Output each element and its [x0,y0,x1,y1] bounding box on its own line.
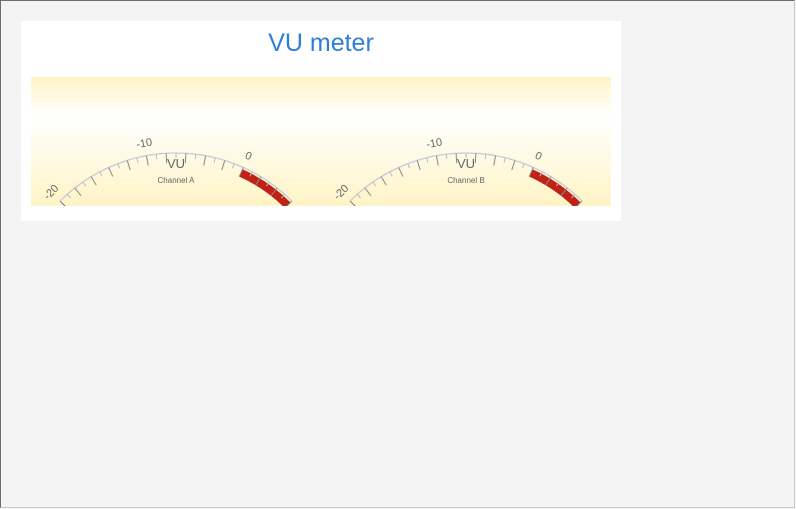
minor-tick [155,154,158,160]
panel-background [31,77,611,206]
gauge-unit-label: VU [167,156,185,171]
minor-tick [484,154,487,160]
vu-meter-panel: -20-100VUChannel A-20-100VUChannel B [31,77,611,206]
gauge-channel-label: Channel A [158,176,196,185]
minor-tick [194,154,197,160]
major-tick [474,153,477,164]
gauge-channel-label: Channel B [447,176,484,185]
gauge-unit-label: VU [457,156,475,171]
chart-title: VU meter [268,29,374,57]
window-frame: VU meter -20 -10 0 VU Channel A -20 -10 0 VU Chan… [0,0,795,508]
minor-tick [445,154,448,160]
chart-container: VU meter -20 -10 0 VU Channel A -20 -10 0 VU Chan… [21,21,621,221]
major-tick [184,153,187,164]
